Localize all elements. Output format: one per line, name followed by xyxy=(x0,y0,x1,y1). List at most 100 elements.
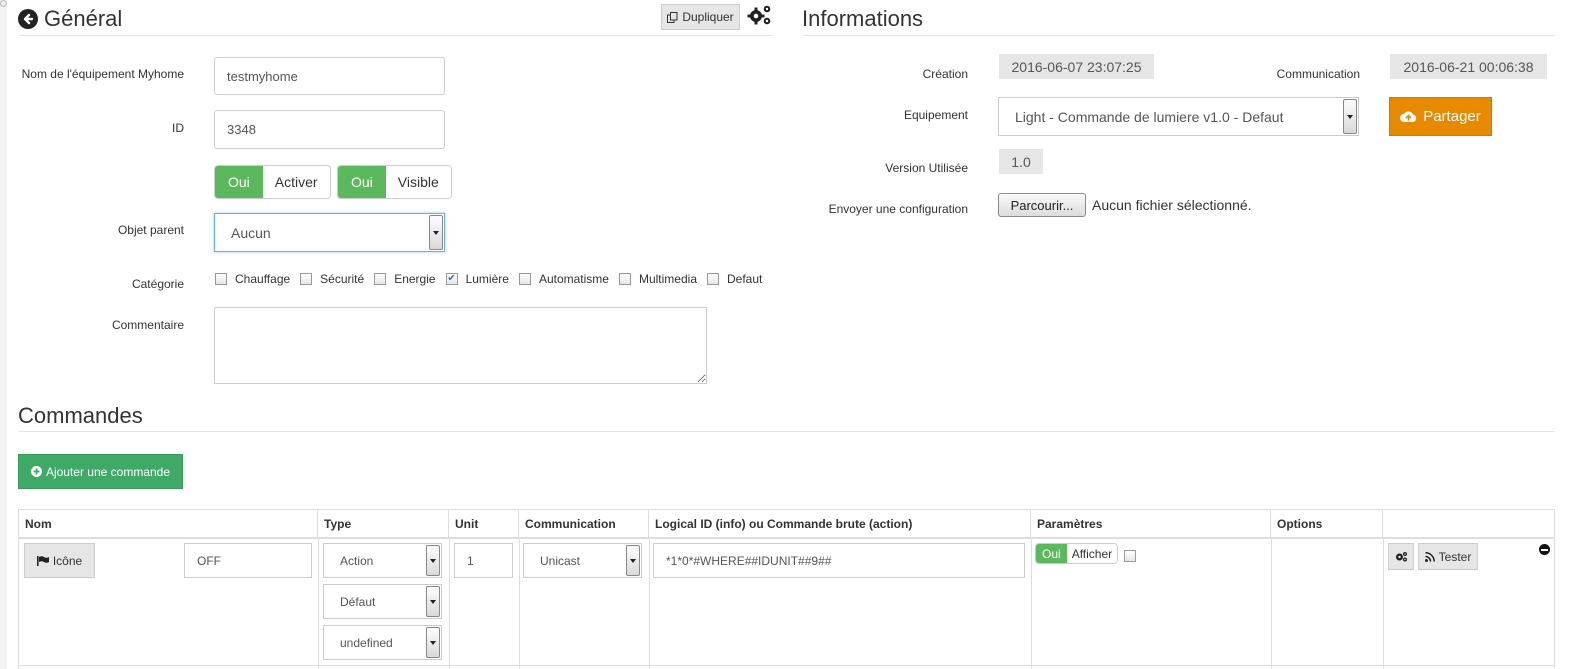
activate-on[interactable]: Oui xyxy=(215,166,263,198)
parent-object-value: Aucun xyxy=(231,224,271,241)
test-command-button[interactable]: Tester xyxy=(1418,543,1478,570)
col-header-actions xyxy=(1383,510,1555,537)
command-value-type-value: undefined xyxy=(340,635,393,650)
category-label: Automatisme xyxy=(538,272,609,286)
category-checkbox[interactable]: ✔ xyxy=(445,273,458,285)
row-divider xyxy=(19,665,1554,666)
test-label: Tester xyxy=(1438,549,1472,564)
command-subtype-select[interactable]: Défaut xyxy=(323,584,442,619)
remove-command-icon[interactable] xyxy=(1539,544,1550,555)
icon-picker-label: Icône xyxy=(52,553,83,568)
version-label: Version Utilisée xyxy=(885,161,968,175)
informations-divider xyxy=(802,35,1555,36)
no-file-selected-text: Aucun fichier sélectionné. xyxy=(1092,197,1252,213)
comment-label: Commentaire xyxy=(111,318,184,332)
category-checkbox[interactable] xyxy=(374,273,387,285)
col-divider xyxy=(318,537,319,669)
creation-label: Création xyxy=(922,67,968,81)
general-title: Général xyxy=(44,6,123,31)
category-checkbox[interactable] xyxy=(518,273,531,285)
col-divider xyxy=(1031,537,1032,669)
chevron-down-icon[interactable] xyxy=(429,215,443,250)
col-header-nom: Nom xyxy=(19,510,318,537)
creation-value: 2016-06-07 23:07:25 xyxy=(999,54,1154,79)
chevron-down-icon[interactable] xyxy=(626,545,640,576)
send-config-label: Envoyer une configuration xyxy=(828,202,968,216)
category-label: Defaut xyxy=(727,272,763,286)
category-label: Lumière xyxy=(465,272,509,286)
chevron-down-icon[interactable] xyxy=(426,545,440,576)
visible-toggle[interactable]: Oui Visible xyxy=(337,165,452,199)
comment-textarea[interactable] xyxy=(214,307,707,384)
version-value: 1.0 xyxy=(999,149,1043,174)
duplicate-button[interactable]: Dupliquer xyxy=(661,4,740,30)
category-checkbox[interactable] xyxy=(618,273,631,285)
col-divider xyxy=(649,537,650,669)
flag-icon xyxy=(36,555,49,566)
chevron-down-icon[interactable] xyxy=(1343,99,1357,134)
copy-icon xyxy=(667,11,678,23)
category-checkbox[interactable] xyxy=(215,273,227,285)
command-subtype-value: Défaut xyxy=(340,594,376,609)
display-toggle[interactable]: Oui Afficher xyxy=(1035,543,1119,564)
command-name-input[interactable]: OFF xyxy=(184,543,312,578)
commands-title: Commandes xyxy=(18,403,143,428)
col-divider xyxy=(1554,537,1555,669)
category-list: Chauffage Sécurité Energie ✔ Lumière Automati… xyxy=(215,272,772,286)
display-checkbox[interactable] xyxy=(1124,550,1136,562)
communication-value: Unicast xyxy=(540,553,581,568)
col-header-unit: Unit xyxy=(449,510,519,537)
display-on[interactable]: Oui xyxy=(1036,544,1067,563)
share-button[interactable]: Partager xyxy=(1389,97,1492,136)
id-label: ID xyxy=(172,121,184,135)
category-label: Chauffage xyxy=(235,272,291,286)
command-value-type-select[interactable]: undefined xyxy=(323,625,442,660)
general-divider xyxy=(18,35,773,36)
add-command-button[interactable]: Ajouter une commande xyxy=(18,454,183,489)
col-divider xyxy=(1383,537,1384,669)
activate-toggle[interactable]: Oui Activer xyxy=(214,165,331,199)
parent-label: Objet parent xyxy=(117,223,184,237)
id-input[interactable]: 3348 xyxy=(214,110,445,149)
commands-table: Nom Type Unit Communication Logical ID (… xyxy=(18,509,1555,669)
communication-label: Communication xyxy=(1276,67,1360,81)
visible-label[interactable]: Visible xyxy=(385,166,451,198)
category-label: Catégorie xyxy=(131,277,184,291)
equipment-template-value: Light - Commande de lumiere v1.0 - Defau… xyxy=(1015,108,1284,125)
communication-select[interactable]: Unicast xyxy=(523,543,642,578)
category-checkbox[interactable] xyxy=(707,273,719,285)
visible-on[interactable]: Oui xyxy=(338,166,386,198)
col-divider xyxy=(449,537,450,669)
category-label: Energie xyxy=(394,272,436,286)
gears-icon xyxy=(1395,551,1408,562)
logical-id-input[interactable]: *1*0*#WHERE##IDUNIT##9## xyxy=(653,543,1025,578)
unit-input[interactable]: 1 xyxy=(454,543,513,578)
category-label: Sécurité xyxy=(320,272,365,286)
parent-object-select[interactable]: Aucun xyxy=(214,213,445,252)
browse-button[interactable]: Parcourir... xyxy=(998,193,1086,217)
icon-picker-button[interactable]: Icône xyxy=(24,543,95,578)
gutter-icon xyxy=(0,0,7,7)
equipment-label: Equipement xyxy=(903,108,968,122)
activate-label[interactable]: Activer xyxy=(262,166,330,198)
equipment-name-input[interactable]: testmyhome xyxy=(214,57,445,95)
back-arrow-icon[interactable] xyxy=(18,9,38,29)
general-header: Général xyxy=(18,6,122,32)
equipment-template-select[interactable]: Light - Commande de lumiere v1.0 - Defau… xyxy=(998,97,1359,136)
duplicate-label: Dupliquer xyxy=(682,10,734,24)
gears-icon[interactable] xyxy=(747,3,773,27)
col-divider xyxy=(519,537,520,669)
col-header-logical-id: Logical ID (info) ou Commande brute (act… xyxy=(649,510,1031,537)
chevron-down-icon[interactable] xyxy=(426,627,440,658)
col-divider xyxy=(1271,537,1272,669)
advanced-config-button[interactable] xyxy=(1388,543,1414,570)
command-type-select[interactable]: Action xyxy=(323,543,442,578)
plus-circle-icon xyxy=(30,466,42,477)
commands-divider xyxy=(18,431,1555,432)
chevron-down-icon[interactable] xyxy=(426,586,440,617)
display-label[interactable]: Afficher xyxy=(1066,544,1118,563)
category-checkbox[interactable] xyxy=(300,273,313,285)
col-header-parametres: Paramètres xyxy=(1031,510,1271,537)
communication-value: 2016-06-21 00:06:38 xyxy=(1390,54,1547,79)
cloud-upload-icon xyxy=(1400,110,1417,123)
